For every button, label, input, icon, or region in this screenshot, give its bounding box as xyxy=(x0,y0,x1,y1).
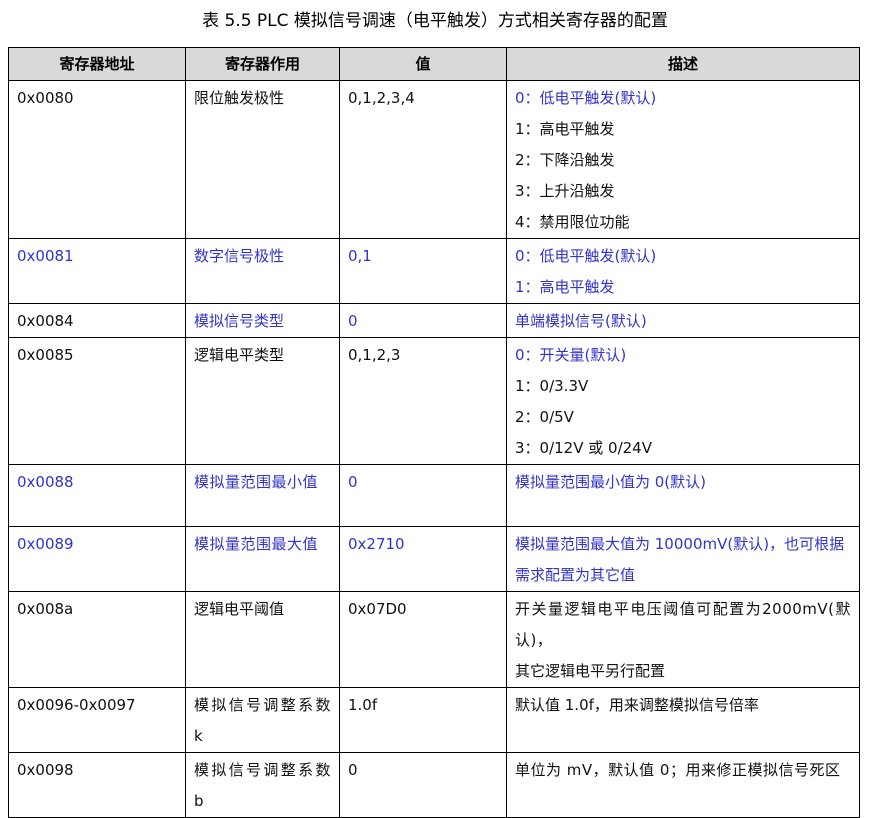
cell-value: 0 xyxy=(339,752,507,818)
desc-line: 1：高电平触发 xyxy=(515,278,615,296)
cell-function: 模拟信号调整系数 k xyxy=(185,687,340,753)
cell-function: 模拟信号类型 xyxy=(185,303,340,338)
desc-line: 0：低电平触发(默认) xyxy=(515,89,657,107)
cell-function: 模拟量范围最大值 xyxy=(185,526,340,592)
header-value: 值 xyxy=(339,47,507,81)
cell-function: 限位触发极性 xyxy=(185,80,340,239)
cell-address: 0x0088 xyxy=(8,464,186,527)
function-text: 模拟量范围最小值 xyxy=(194,473,319,491)
table-row: 0x0096-0x0097 模拟信号调整系数 k 1.0f 默认值 1.0f，用… xyxy=(8,687,860,753)
function-text: 模拟信号调整系数 b xyxy=(194,761,331,810)
cell-address: 0x0084 xyxy=(8,303,186,338)
table-row: 0x008a 逻辑电平阈值 0x07D0 开关量逻辑电平电压阈值可配置为2000… xyxy=(8,591,860,688)
cell-function: 模拟量范围最小值 xyxy=(185,464,340,527)
register-config-table: 寄存器地址 寄存器作用 值 描述 0x0080 限位触发极性 0,1,2,3,4… xyxy=(8,47,860,818)
table-row: 0x0081 数字信号极性 0,1 0：低电平触发(默认) 1：高电平触发 xyxy=(8,238,860,304)
cell-function: 数字信号极性 xyxy=(185,238,340,304)
header-address: 寄存器地址 xyxy=(8,47,186,81)
cell-description: 默认值 1.0f，用来调整模拟信号倍率 xyxy=(506,687,860,753)
table-caption: 表 5.5 PLC 模拟信号调速（电平触发）方式相关寄存器的配置 xyxy=(202,11,668,31)
cell-function: 模拟信号调整系数 b xyxy=(185,752,340,818)
desc-line: 4：禁用限位功能 xyxy=(515,213,630,231)
desc-line: 开关量逻辑电平电压阈值可配置为2000mV(默认)， xyxy=(515,600,851,649)
desc-line: 3：0/12V 或 0/24V xyxy=(515,439,652,457)
cell-description: 模拟量范围最小值为 0(默认) xyxy=(506,464,860,527)
table-header-row: 寄存器地址 寄存器作用 值 描述 xyxy=(8,47,860,81)
desc-line: 1：高电平触发 xyxy=(515,120,615,138)
cell-function: 逻辑电平类型 xyxy=(185,337,340,465)
cell-description: 0：低电平触发(默认) 1：高电平触发 2：下降沿触发 3：上升沿触发 4：禁用… xyxy=(506,80,860,239)
desc-line: 模拟量范围最大值为 10000mV(默认)，也可根据需求配置为其它值 xyxy=(515,535,845,584)
cell-address: 0x0098 xyxy=(8,752,186,818)
cell-description: 单端模拟信号(默认) xyxy=(506,303,860,338)
cell-value: 0 xyxy=(339,303,507,338)
function-text: 模拟信号调整系数 k xyxy=(194,696,331,745)
function-text: 模拟量范围最大值 xyxy=(194,535,319,553)
cell-address: 0x0089 xyxy=(8,526,186,592)
cell-value: 0 xyxy=(339,464,507,527)
cell-description: 模拟量范围最大值为 10000mV(默认)，也可根据需求配置为其它值 xyxy=(506,526,860,592)
cell-description: 0：低电平触发(默认) 1：高电平触发 xyxy=(506,238,860,304)
desc-line: 3：上升沿触发 xyxy=(515,182,615,200)
cell-description: 0：开关量(默认) 1：0/3.3V 2：0/5V 3：0/12V 或 0/24… xyxy=(506,337,860,465)
desc-line: 2：下降沿触发 xyxy=(515,151,615,169)
table-row: 0x0085 逻辑电平类型 0,1,2,3 0：开关量(默认) 1：0/3.3V… xyxy=(8,337,860,465)
table-row: 0x0089 模拟量范围最大值 0x2710 模拟量范围最大值为 10000mV… xyxy=(8,526,860,592)
cell-address: 0x0096-0x0097 xyxy=(8,687,186,753)
desc-line: 0：开关量(默认) xyxy=(515,346,627,364)
desc-line: 其它逻辑电平另行配置 xyxy=(515,662,666,680)
header-function: 寄存器作用 xyxy=(185,47,340,81)
cell-value: 0x07D0 xyxy=(339,591,507,688)
desc-line: 单端模拟信号(默认) xyxy=(515,312,647,330)
cell-function: 逻辑电平阈值 xyxy=(185,591,340,688)
cell-value: 1.0f xyxy=(339,687,507,753)
desc-line: 默认值 1.0f，用来调整模拟信号倍率 xyxy=(515,696,759,714)
desc-line: 单位为 mV，默认值 0；用来修正模拟信号死区 xyxy=(515,761,841,779)
cell-value: 0x2710 xyxy=(339,526,507,592)
desc-line: 0：低电平触发(默认) xyxy=(515,247,657,265)
table-row: 0x0098 模拟信号调整系数 b 0 单位为 mV，默认值 0；用来修正模拟信… xyxy=(8,752,860,818)
cell-description: 开关量逻辑电平电压阈值可配置为2000mV(默认)， 其它逻辑电平另行配置 xyxy=(506,591,860,688)
cell-value: 0,1 xyxy=(339,238,507,304)
cell-address: 0x0085 xyxy=(8,337,186,465)
desc-line: 模拟量范围最小值为 0(默认) xyxy=(515,473,707,491)
desc-line: 2：0/5V xyxy=(515,408,574,426)
cell-address: 0x0081 xyxy=(8,238,186,304)
desc-line: 1：0/3.3V xyxy=(515,377,589,395)
table-row: 0x0088 模拟量范围最小值 0 模拟量范围最小值为 0(默认) xyxy=(8,464,860,527)
header-description: 描述 xyxy=(506,47,860,81)
cell-address: 0x0080 xyxy=(8,80,186,239)
cell-value: 0,1,2,3 xyxy=(339,337,507,465)
cell-value: 0,1,2,3,4 xyxy=(339,80,507,239)
cell-address: 0x008a xyxy=(8,591,186,688)
cell-description: 单位为 mV，默认值 0；用来修正模拟信号死区 xyxy=(506,752,860,818)
table-row: 0x0080 限位触发极性 0,1,2,3,4 0：低电平触发(默认) 1：高电… xyxy=(8,80,860,239)
table-row: 0x0084 模拟信号类型 0 单端模拟信号(默认) xyxy=(8,303,860,338)
